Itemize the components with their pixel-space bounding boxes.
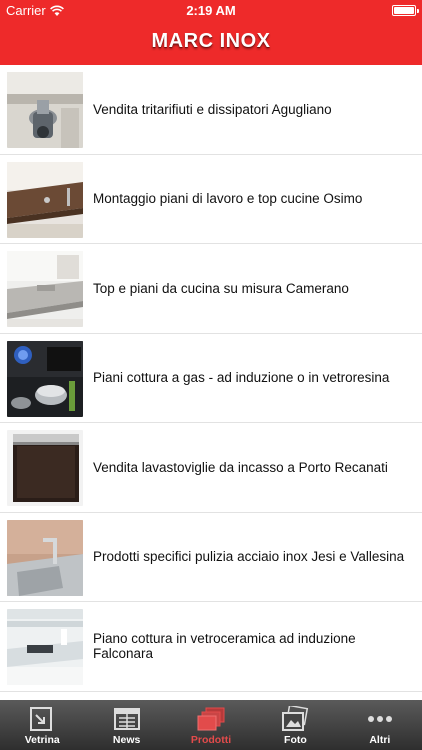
kitchen-top-photo	[7, 251, 83, 327]
tab-foto[interactable]: Foto	[253, 700, 337, 750]
list-item[interactable]: Vendita tritarifiuti e dissipatori Agugl…	[0, 65, 422, 155]
tab-label: News	[112, 734, 141, 746]
list-item[interactable]: Piano cottura in vetroceramica ad induzi…	[0, 602, 422, 692]
induction-kitchen-photo	[7, 609, 83, 685]
product-list: Vendita tritarifiuti e dissipatori Agugl…	[0, 65, 422, 700]
list-item-label: Vendita lavastoviglie da incasso a Porto…	[93, 459, 388, 475]
kitchen-counter-photo	[7, 161, 83, 238]
disposal-photo	[7, 72, 83, 148]
tab-label: Vetrina	[24, 734, 60, 746]
tab-bar: Vetrina News Prodotti Foto Altri	[0, 700, 422, 750]
stove-photo	[7, 340, 83, 417]
list-item-label: Montaggio piani di lavoro e top cucine O…	[93, 191, 363, 207]
list-item-label: Piani cottura a gas - ad induzione o in …	[93, 370, 390, 386]
list-item-label: Prodotti specifici pulizia acciaio inox …	[93, 549, 405, 565]
vetrina-icon	[30, 707, 53, 731]
list-item[interactable]: Prodotti specifici pulizia acciaio inox …	[0, 513, 422, 602]
list-item-label: Piano cottura in vetroceramica ad induzi…	[93, 631, 356, 662]
list-item[interactable]: Piani cottura a gas - ad induzione o in …	[0, 334, 422, 423]
news-icon	[113, 708, 140, 730]
prodotti-icon	[197, 707, 225, 731]
tab-label: Altri	[369, 734, 391, 746]
app-header: Carrier 2:19 AM MARC INOX	[0, 0, 422, 65]
tab-label: Foto	[284, 734, 307, 746]
steel-sink-photo	[7, 519, 83, 596]
tab-news[interactable]: News	[84, 700, 168, 750]
tab-prodotti[interactable]: Prodotti	[169, 700, 253, 750]
tab-altri[interactable]: Altri	[338, 700, 422, 750]
page-title: MARC INOX	[151, 30, 271, 52]
more-icon	[367, 716, 392, 722]
battery-icon	[392, 5, 419, 16]
list-item[interactable]: Montaggio piani di lavoro e top cucine O…	[0, 155, 422, 244]
foto-icon	[282, 706, 309, 731]
tab-label: Prodotti	[190, 734, 232, 746]
status-bar: Carrier 2:19 AM	[0, 0, 422, 22]
list-item[interactable]: Top e piani da cucina su misura Camerano	[0, 244, 422, 334]
list-item-label: Vendita tritarifiuti e dissipatori Agugl…	[93, 101, 332, 117]
list-item-label: Top e piani da cucina su misura Camerano	[93, 280, 349, 296]
tab-vetrina[interactable]: Vetrina	[0, 700, 84, 750]
status-time: 2:19 AM	[186, 3, 236, 18]
list-item[interactable]: Vendita lavastoviglie da incasso a Porto…	[0, 423, 422, 513]
dishwasher-photo	[7, 430, 83, 506]
